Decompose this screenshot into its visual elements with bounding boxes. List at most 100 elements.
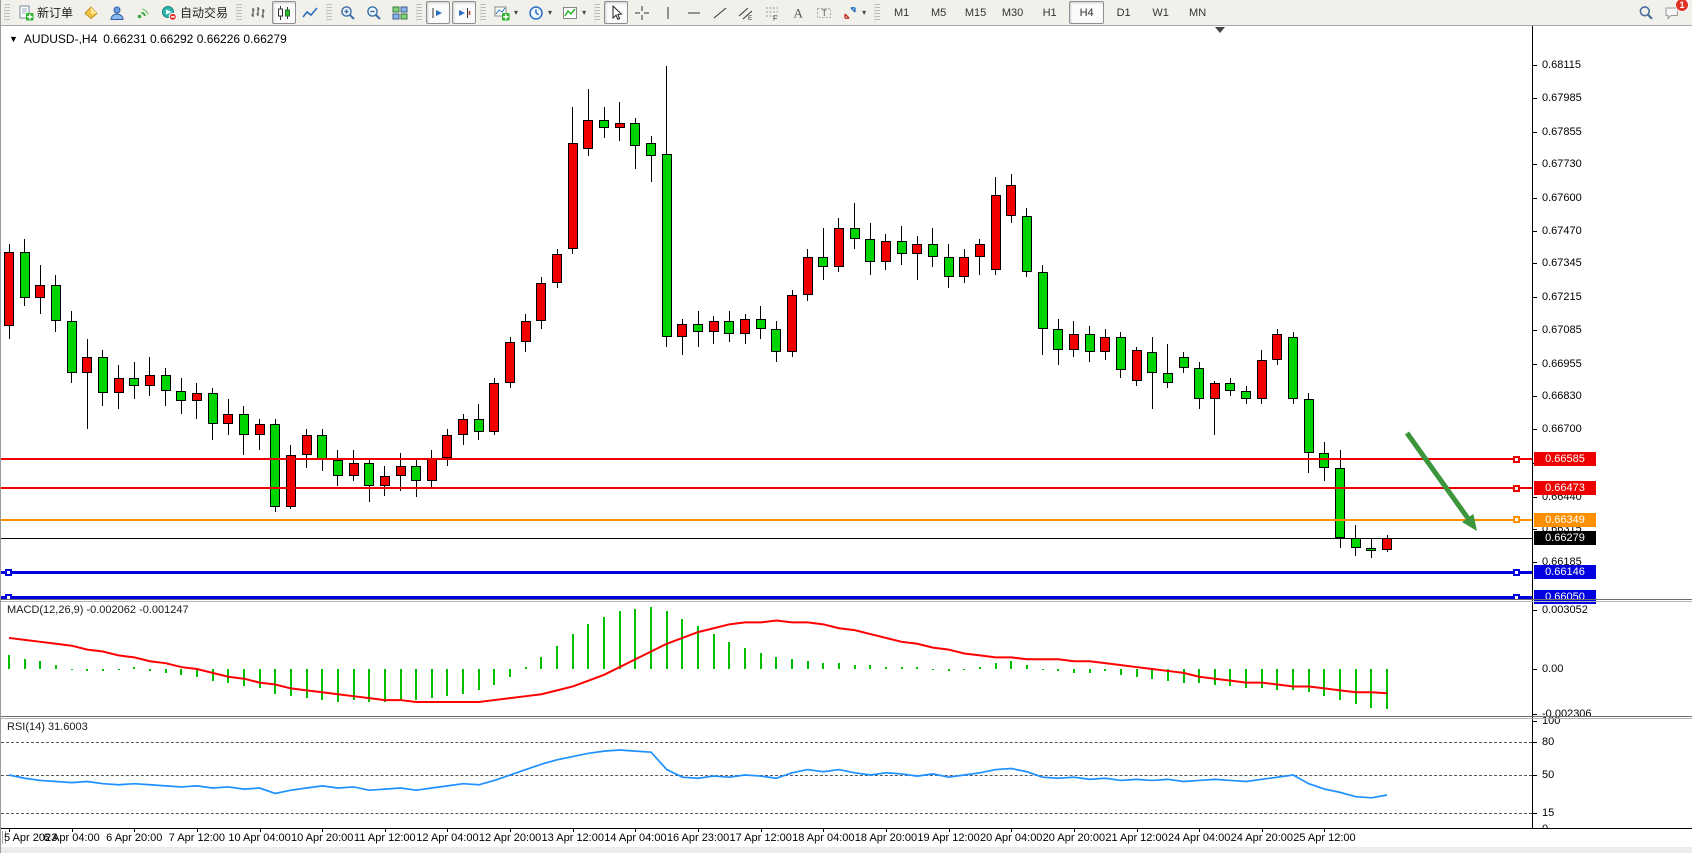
- timeframe-m5-button[interactable]: M5: [921, 1, 956, 24]
- toolbar-grip: [236, 4, 242, 22]
- signals-button[interactable]: [131, 1, 155, 24]
- candle-body: [944, 257, 954, 278]
- candle-body: [850, 228, 860, 238]
- cursor-button[interactable]: [604, 1, 628, 24]
- candle-body: [599, 120, 609, 128]
- macd-histogram-bar: [1370, 669, 1372, 708]
- line-handle[interactable]: [1513, 569, 1520, 576]
- candle-body: [1351, 538, 1361, 548]
- timeframe-m30-button[interactable]: M30: [995, 1, 1030, 24]
- rsi-indicator-pane[interactable]: RSI(14) 31.6003: [1, 718, 1532, 828]
- line-handle[interactable]: [1513, 485, 1520, 492]
- horizontal-line[interactable]: [1, 519, 1532, 521]
- price-axis[interactable]: 0.681150.679850.678550.677300.676000.674…: [1532, 26, 1692, 846]
- macd-tick: [1533, 610, 1537, 611]
- time-axis[interactable]: 5 Apr 20236 Apr 04:006 Apr 20:007 Apr 12…: [1, 828, 1692, 847]
- chart-collapse-icon[interactable]: ▼: [9, 34, 18, 44]
- equidistant-channel-button[interactable]: E: [734, 1, 758, 24]
- time-label: 18 Apr 20:00: [855, 832, 917, 844]
- new-order-button[interactable]: 新订单: [14, 1, 77, 24]
- toolbar-grip: [874, 4, 880, 22]
- crosshair-button[interactable]: [630, 1, 654, 24]
- macd-histogram-bar: [306, 669, 308, 698]
- candle-body: [67, 321, 77, 373]
- toolbar-grip: [326, 4, 332, 22]
- timeframe-d1-button[interactable]: D1: [1106, 1, 1141, 24]
- price-chart-pane[interactable]: ▼ AUDUSD-,H4 0.66231 0.66292 0.66226 0.6…: [1, 26, 1532, 599]
- macd-histogram-bar: [744, 648, 746, 669]
- macd-label: MACD(12,26,9) -0.002062 -0.001247: [7, 604, 189, 616]
- market-gold-button[interactable]: [79, 1, 103, 24]
- pane-separator[interactable]: [1, 599, 1692, 600]
- auto-trading-button[interactable]: 自动交易: [157, 1, 232, 24]
- timeframe-h1-button[interactable]: H1: [1032, 1, 1067, 24]
- chart-candles-button[interactable]: [272, 1, 296, 24]
- horizontal-line[interactable]: [1, 487, 1532, 489]
- candle-body: [380, 476, 390, 486]
- candle-body: [662, 154, 672, 337]
- candle-body: [427, 458, 437, 481]
- fibonacci-button[interactable]: F: [760, 1, 784, 24]
- chart-bars-button[interactable]: [246, 1, 270, 24]
- chart-shift-marker[interactable]: [1215, 27, 1225, 33]
- macd-histogram-bar: [1010, 661, 1012, 669]
- trend-arrow-annotation[interactable]: [1, 26, 1532, 599]
- chart-line-button[interactable]: [298, 1, 322, 24]
- trendline-button[interactable]: [708, 1, 732, 24]
- horizontal-line-button[interactable]: [682, 1, 706, 24]
- timeframe-m1-button[interactable]: M1: [884, 1, 919, 24]
- timeframe-h4-button[interactable]: H4: [1069, 1, 1104, 24]
- macd-histogram-bar: [1355, 669, 1357, 704]
- macd-histogram-bar: [102, 669, 104, 671]
- candle-body: [787, 295, 797, 352]
- candle-body: [1304, 399, 1314, 453]
- timeframe-m15-button[interactable]: M15: [958, 1, 993, 24]
- chevron-down-icon[interactable]: ▾: [862, 8, 866, 17]
- chevron-down-icon[interactable]: ▾: [582, 8, 586, 17]
- periods-button[interactable]: ▾: [524, 1, 556, 24]
- chevron-down-icon[interactable]: ▾: [548, 8, 552, 17]
- zoom-in-button[interactable]: [336, 1, 360, 24]
- candle-body: [1335, 468, 1345, 538]
- macd-histogram-bar: [165, 669, 167, 673]
- trading-platform-window: 新订单 自动交易 ▾ ▾ ▾ EFAT ▾ M1M5M15M30H1H4D1W1MN 1 ▼ A…: [0, 0, 1692, 853]
- template-icon: [562, 5, 578, 21]
- horizontal-line[interactable]: [1, 538, 1532, 539]
- community-button[interactable]: [105, 1, 129, 24]
- text-button[interactable]: A: [786, 1, 810, 24]
- chevron-down-icon[interactable]: ▾: [514, 8, 518, 17]
- macd-histogram-bar: [1386, 669, 1388, 709]
- chart-shift-button[interactable]: [426, 1, 450, 24]
- toolbar-grip: [480, 4, 486, 22]
- indicators-button[interactable]: ▾: [490, 1, 522, 24]
- macd-histogram-bar: [415, 669, 417, 700]
- zoom-out-button[interactable]: [362, 1, 386, 24]
- horizontal-line[interactable]: [1, 458, 1532, 460]
- candle-body: [740, 319, 750, 334]
- clock-icon: [528, 5, 544, 21]
- templates-button[interactable]: ▾: [558, 1, 590, 24]
- candle-body: [1210, 383, 1220, 398]
- text-label-button[interactable]: T: [812, 1, 836, 24]
- toolbar-grip: [4, 4, 10, 22]
- tile-windows-button[interactable]: [388, 1, 412, 24]
- timeframe-mn-button[interactable]: MN: [1180, 1, 1215, 24]
- candle-body: [1194, 368, 1204, 399]
- candle-body: [270, 424, 280, 506]
- candle-body: [1179, 357, 1189, 367]
- search-button[interactable]: [1634, 1, 1658, 24]
- macd-indicator-pane[interactable]: MACD(12,26,9) -0.002062 -0.001247: [1, 601, 1532, 716]
- chat-button[interactable]: 1: [1660, 1, 1684, 24]
- pane-separator[interactable]: [1, 716, 1692, 717]
- chart-ohlc-values: 0.66231 0.66292 0.66226 0.66279: [103, 32, 287, 46]
- timeframe-w1-button[interactable]: W1: [1143, 1, 1178, 24]
- line-handle[interactable]: [5, 569, 12, 576]
- horizontal-line[interactable]: [1, 571, 1532, 574]
- candle-wick: [854, 203, 855, 249]
- line-handle[interactable]: [1513, 456, 1520, 463]
- arrows-button[interactable]: ▾: [838, 1, 870, 24]
- auto-scroll-button[interactable]: [452, 1, 476, 24]
- macd-axis-label: 0.00: [1542, 663, 1563, 675]
- vertical-line-button[interactable]: [656, 1, 680, 24]
- line-handle[interactable]: [1513, 516, 1520, 523]
